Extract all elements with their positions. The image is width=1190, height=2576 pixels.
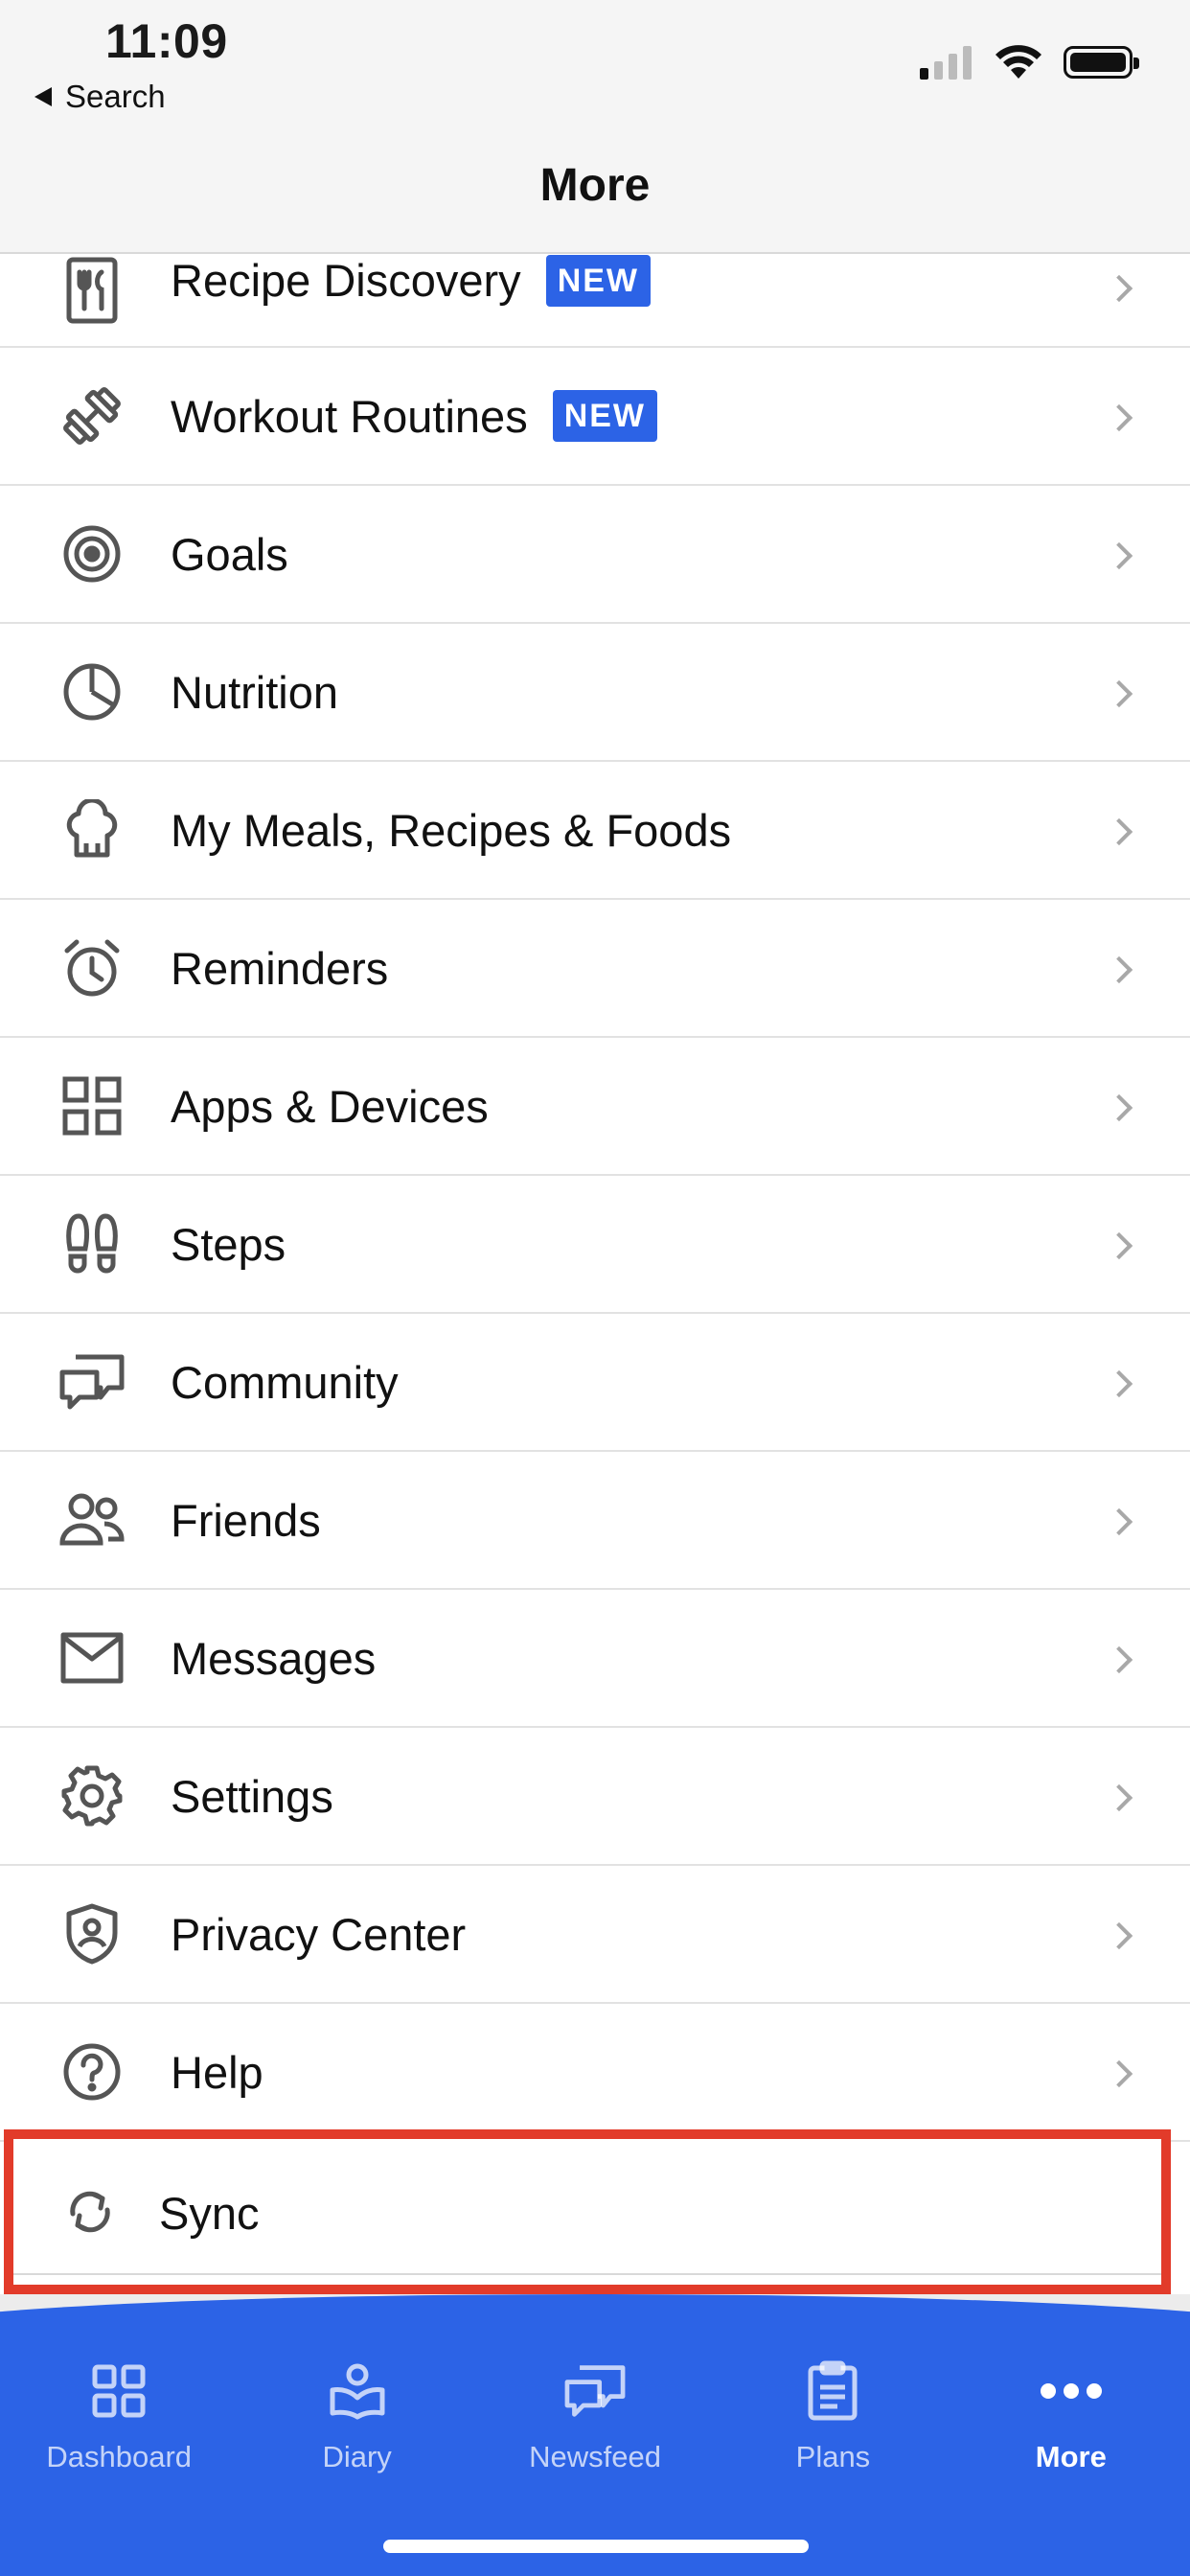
- chevron-right-icon: [1110, 1092, 1136, 1119]
- sync-icon: [54, 2175, 126, 2248]
- menu-item-label: Community: [171, 1356, 399, 1408]
- menu-item-label: Nutrition: [171, 666, 339, 718]
- menu-item-label: Messages: [171, 1632, 377, 1684]
- chevron-right-icon: [1110, 678, 1136, 705]
- menu-item-settings[interactable]: Settings: [0, 1728, 1190, 1866]
- tab-bar: Dashboard Diary Newsfeed Plans More: [0, 2294, 1190, 2576]
- chevron-right-icon: [1110, 540, 1136, 567]
- newsfeed-icon: [561, 2358, 629, 2425]
- more-dots-icon: [1038, 2358, 1105, 2425]
- target-icon: [56, 518, 128, 590]
- menu-item-my-meals[interactable]: My Meals, Recipes & Foods: [0, 762, 1190, 900]
- alarm-clock-icon: [56, 932, 128, 1004]
- tab-label: Plans: [795, 2440, 871, 2473]
- menu-item-apps-devices[interactable]: Apps & Devices: [0, 1038, 1190, 1176]
- menu-item-friends[interactable]: Friends: [0, 1452, 1190, 1590]
- menu-item-nutrition[interactable]: Nutrition: [0, 624, 1190, 762]
- menu-item-label: Workout Routines NEW: [171, 390, 658, 443]
- status-time: 11:09: [105, 14, 228, 68]
- chevron-right-icon: [1110, 954, 1136, 981]
- chevron-right-icon: [1110, 1230, 1136, 1257]
- chevron-right-icon: [1110, 816, 1136, 843]
- menu-item-help[interactable]: Help: [0, 2004, 1190, 2142]
- menu-item-community[interactable]: Community: [0, 1314, 1190, 1452]
- menu-item-messages[interactable]: Messages: [0, 1590, 1190, 1728]
- battery-icon: [1064, 46, 1139, 79]
- chevron-right-icon: [1110, 2058, 1136, 2085]
- menu-item-reminders[interactable]: Reminders: [0, 900, 1190, 1038]
- status-icons: [920, 44, 1139, 80]
- tab-label: Diary: [322, 2440, 392, 2473]
- menu-item-workout-routines[interactable]: Workout Routines NEW: [0, 348, 1190, 486]
- cellular-signal-icon: [920, 46, 972, 80]
- navigation-bar: More: [0, 125, 1190, 254]
- pie-chart-icon: [56, 656, 128, 728]
- menu-item-recipe-discovery[interactable]: Recipe Discovery NEW: [0, 254, 1190, 348]
- sync-label: Sync: [159, 2188, 260, 2239]
- menu-item-label: Friends: [171, 1494, 321, 1546]
- question-circle-icon: [56, 2036, 128, 2108]
- chef-hat-icon: [56, 794, 128, 866]
- new-badge: NEW: [552, 390, 658, 442]
- menu-item-steps[interactable]: Steps: [0, 1176, 1190, 1314]
- menu-item-label: Privacy Center: [171, 1908, 467, 1960]
- dashboard-icon: [85, 2358, 152, 2425]
- gear-icon: [56, 1760, 128, 1832]
- tab-list: Dashboard Diary Newsfeed Plans More: [0, 2352, 1190, 2515]
- diary-icon: [324, 2358, 391, 2425]
- shield-user-icon: [56, 1898, 128, 1970]
- chevron-right-icon: [1110, 273, 1136, 300]
- back-arrow-icon: [34, 87, 52, 106]
- wifi-icon: [995, 45, 1041, 79]
- chevron-right-icon: [1110, 1368, 1136, 1395]
- back-label: Search: [65, 79, 166, 114]
- chevron-right-icon: [1110, 402, 1136, 429]
- tab-diary[interactable]: Diary: [238, 2352, 475, 2515]
- clipboard-icon: [799, 2358, 866, 2425]
- menu-item-label: Goals: [171, 528, 288, 580]
- tab-label: Dashboard: [46, 2440, 193, 2473]
- menu-item-goals[interactable]: Goals: [0, 486, 1190, 624]
- footprints-icon: [56, 1208, 128, 1280]
- tab-more[interactable]: More: [952, 2352, 1190, 2515]
- tab-label: Newsfeed: [529, 2440, 661, 2473]
- chevron-right-icon: [1110, 1644, 1136, 1671]
- menu-item-label: Apps & Devices: [171, 1080, 489, 1132]
- tab-dashboard[interactable]: Dashboard: [0, 2352, 238, 2515]
- new-badge: NEW: [545, 254, 652, 307]
- home-indicator: [383, 2540, 809, 2553]
- chevron-right-icon: [1110, 1506, 1136, 1533]
- chevron-right-icon: [1110, 1782, 1136, 1809]
- back-to-search-link[interactable]: Search: [34, 79, 166, 115]
- menu-item-label: Reminders: [171, 942, 389, 994]
- menu-item-privacy-center[interactable]: Privacy Center: [0, 1866, 1190, 2004]
- chat-bubbles-icon: [56, 1346, 128, 1418]
- recipe-icon: [56, 254, 128, 327]
- menu-item-label: Recipe Discovery NEW: [171, 254, 652, 307]
- tab-plans[interactable]: Plans: [714, 2352, 951, 2515]
- chevron-right-icon: [1110, 1920, 1136, 1947]
- grid-icon: [56, 1070, 128, 1142]
- menu-item-label: My Meals, Recipes & Foods: [171, 804, 732, 856]
- envelope-icon: [56, 1622, 128, 1694]
- menu-item-sync[interactable]: Sync: [4, 2129, 1171, 2294]
- dumbbell-icon: [56, 380, 128, 452]
- tab-label: More: [1035, 2440, 1107, 2473]
- more-menu-list: Recipe Discovery NEW Workout Routines NE…: [0, 254, 1190, 2142]
- menu-item-label: Help: [171, 2046, 263, 2098]
- menu-item-label: Steps: [171, 1218, 286, 1270]
- page-title: More: [539, 160, 651, 211]
- status-bar: 11:09 Search: [0, 0, 1190, 125]
- menu-item-label: Settings: [171, 1770, 333, 1822]
- people-icon: [56, 1484, 128, 1556]
- tab-newsfeed[interactable]: Newsfeed: [476, 2352, 714, 2515]
